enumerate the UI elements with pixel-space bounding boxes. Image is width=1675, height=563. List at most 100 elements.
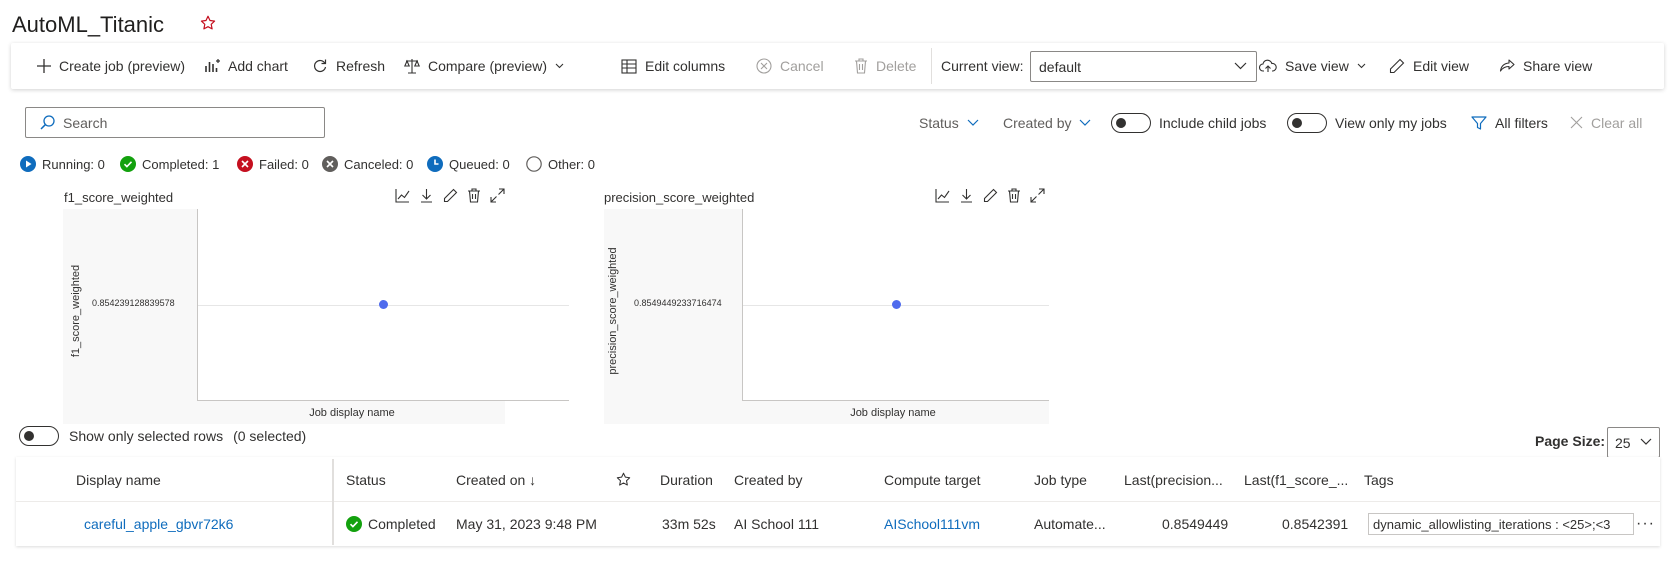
column-header-created-by[interactable]: Created by: [734, 457, 802, 502]
show-only-selected-toggle[interactable]: [19, 426, 59, 446]
page-size-dropdown[interactable]: 25: [1607, 427, 1660, 458]
column-header-tags[interactable]: Tags: [1364, 457, 1394, 502]
more-options-icon[interactable]: ···: [1636, 502, 1655, 545]
status-running[interactable]: Running: 0: [20, 154, 105, 174]
view-only-my-jobs-label: View only my jobs: [1335, 114, 1447, 131]
chevron-down-icon: [1234, 62, 1247, 70]
job-tags[interactable]: dynamic_allowlisting_iterations : <25>;<…: [1368, 513, 1634, 535]
edit-view-label: Edit view: [1413, 58, 1470, 74]
refresh-label: Refresh: [336, 58, 386, 74]
status-filter[interactable]: Status: [919, 108, 979, 137]
trash-icon[interactable]: [467, 188, 481, 203]
search-placeholder: Search: [63, 114, 108, 131]
chevron-down-icon: [1080, 119, 1091, 126]
column-header-compute-target[interactable]: Compute target: [884, 457, 981, 502]
include-child-jobs-toggle-group: Include child jobs: [1111, 108, 1266, 137]
chevron-down-icon: [555, 63, 564, 69]
data-point[interactable]: [379, 300, 388, 309]
refresh-icon: [314, 59, 327, 73]
job-status: Completed: [346, 502, 436, 545]
include-child-jobs-label: Include child jobs: [1159, 114, 1267, 131]
share-view-label: Share view: [1523, 58, 1593, 74]
line-chart-icon[interactable]: [395, 188, 410, 203]
compare-button[interactable]: Compare (preview): [404, 43, 564, 89]
column-header-job-type[interactable]: Job type: [1034, 457, 1087, 502]
pencil-icon[interactable]: [983, 188, 998, 203]
page-size-value: 25: [1615, 434, 1631, 451]
share-view-button[interactable]: Share view: [1499, 43, 1592, 89]
pencil-icon[interactable]: [443, 188, 458, 203]
job-last-f1: 0.8542391: [1282, 515, 1349, 532]
favorite-column-icon[interactable]: [616, 457, 631, 502]
show-only-selected-group: Show only selected rows (0 selected): [19, 426, 306, 446]
data-point[interactable]: [891, 300, 901, 309]
jobs-table: Display name Status Created on ↓ Duratio…: [16, 457, 1660, 546]
status-completed[interactable]: Completed: 1: [120, 154, 219, 174]
trash-icon[interactable]: [1007, 188, 1021, 203]
create-job-button[interactable]: Create job (preview): [37, 43, 185, 89]
job-created-on: May 31, 2023 9:48 PM: [456, 515, 597, 532]
show-only-selected-label: Show only selected rows: [69, 428, 224, 444]
x-axis-label: Job display name: [850, 407, 936, 419]
status-other[interactable]: Other: 0: [526, 154, 595, 174]
status-canceled[interactable]: Canceled: 0: [322, 154, 413, 174]
search-input[interactable]: Search: [25, 107, 325, 138]
cloud-upload-icon: [1259, 59, 1277, 72]
add-chart-button[interactable]: Add chart: [204, 43, 288, 89]
job-last-precision: 0.8549449: [1162, 515, 1229, 532]
clear-all-button[interactable]: Clear all: [1570, 108, 1642, 137]
current-view-dropdown[interactable]: default: [1030, 51, 1257, 82]
status-canceled-label: Canceled: 0: [344, 156, 414, 172]
all-filters-button[interactable]: All filters: [1471, 108, 1548, 137]
column-header-last-f1[interactable]: Last(f1_score_...: [1244, 457, 1348, 502]
edit-columns-button[interactable]: Edit columns: [621, 43, 725, 89]
expand-icon[interactable]: [490, 188, 505, 203]
view-only-my-jobs-toggle[interactable]: [1287, 112, 1327, 133]
current-view-value: default: [1039, 58, 1082, 75]
close-icon: [1570, 116, 1583, 129]
column-header-duration[interactable]: Duration: [660, 457, 713, 502]
download-icon[interactable]: [959, 188, 974, 203]
chart-toolbar: [935, 188, 1045, 203]
search-icon: [40, 115, 55, 130]
selected-count: (0 selected): [233, 428, 307, 444]
scale-icon: [404, 59, 420, 74]
edit-view-button[interactable]: Edit view: [1389, 43, 1469, 89]
chart-area: f1_score_weighted 0.854239128839578 Job …: [63, 209, 569, 424]
trash-icon: [855, 58, 867, 74]
status-running-label: Running: 0: [42, 156, 105, 172]
column-header-last-precision[interactable]: Last(precision...: [1124, 457, 1223, 502]
chart-title: f1_score_weighted: [64, 190, 174, 205]
status-other-label: Other: 0: [548, 156, 595, 172]
status-failed[interactable]: Failed: 0: [237, 154, 309, 174]
save-view-button[interactable]: Save view: [1259, 43, 1366, 89]
delete-label: Delete: [876, 58, 917, 74]
pencil-icon: [1389, 58, 1405, 74]
refresh-button[interactable]: Refresh: [312, 43, 385, 89]
y-tick-label: 0.854239128839578: [92, 298, 175, 308]
favorite-star-icon[interactable]: [200, 15, 216, 31]
download-icon[interactable]: [419, 188, 434, 203]
page-size-label: Page Size:: [1535, 433, 1606, 449]
cancel-button[interactable]: Cancel: [756, 43, 824, 89]
compute-target-link[interactable]: AISchool111vm: [884, 502, 980, 545]
status-queued-label: Queued: 0: [449, 156, 510, 172]
job-duration: 33m 52s: [662, 515, 716, 532]
include-child-jobs-toggle[interactable]: [1111, 112, 1151, 133]
column-header-created-on[interactable]: Created on ↓: [456, 457, 536, 502]
status-queued[interactable]: Queued: 0: [427, 154, 510, 174]
line-chart-icon[interactable]: [935, 188, 950, 203]
created-by-filter[interactable]: Created by: [1003, 108, 1091, 137]
column-header-display-name[interactable]: Display name: [76, 457, 161, 502]
created-by-filter-label: Created by: [1003, 114, 1072, 131]
cancel-circle-icon: [756, 58, 772, 74]
expand-icon[interactable]: [1030, 188, 1045, 203]
column-header-status[interactable]: Status: [346, 457, 386, 502]
delete-button[interactable]: Delete: [854, 43, 916, 89]
canceled-circle-icon: [322, 156, 338, 172]
save-view-label: Save view: [1285, 58, 1349, 74]
job-display-name-link[interactable]: careful_apple_gbvr72k6: [84, 502, 233, 545]
clear-all-label: Clear all: [1591, 114, 1643, 131]
chevron-down-icon: [1640, 438, 1652, 445]
job-created-by: AI School 111: [734, 515, 820, 532]
